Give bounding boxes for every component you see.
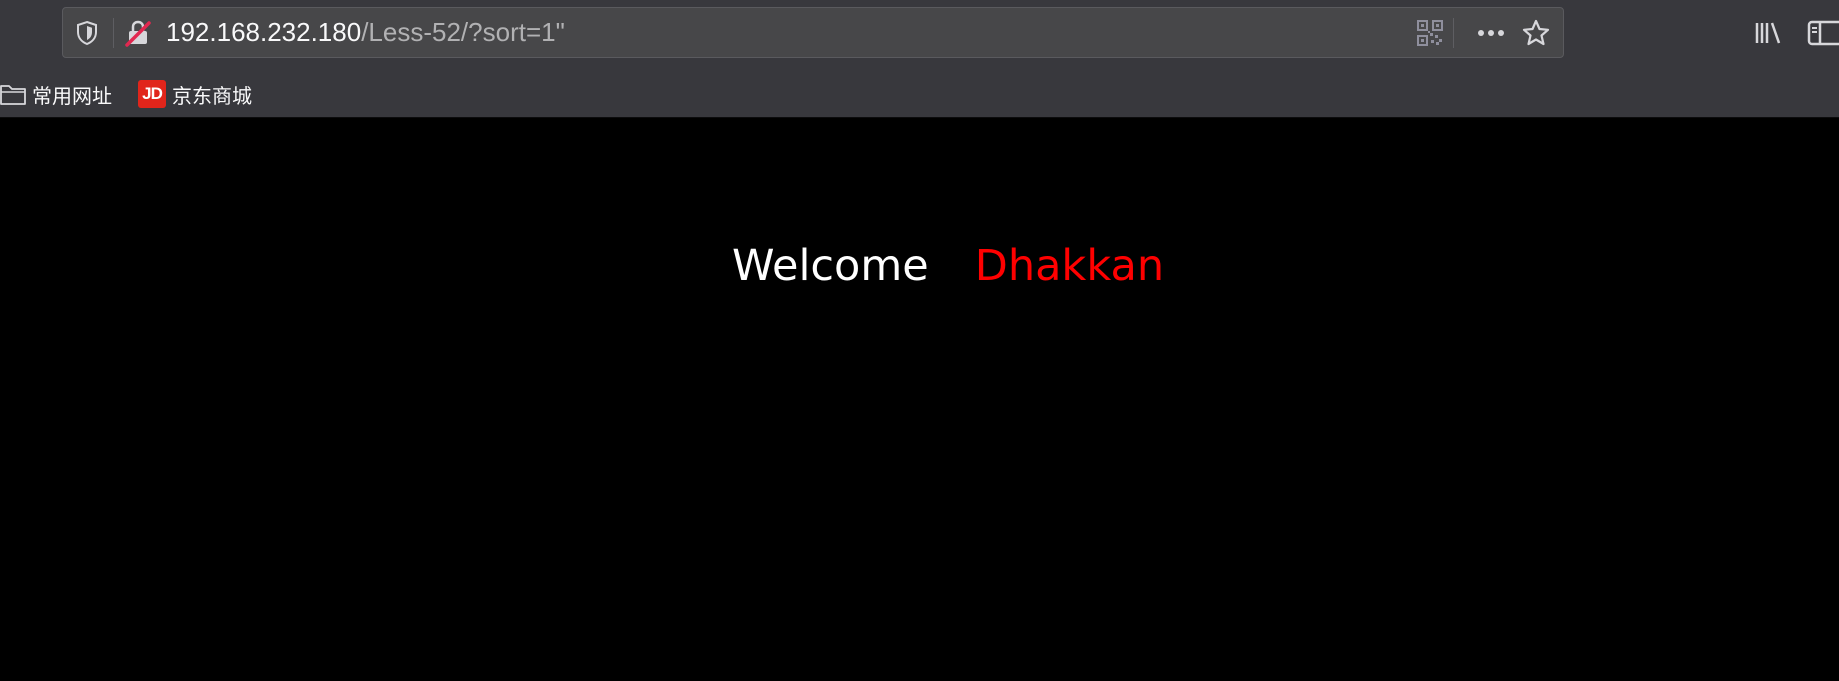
more-icon[interactable]: [1473, 19, 1509, 47]
url-path: /Less-52/?sort=1": [361, 17, 565, 47]
bookmark-label: 京东商城: [172, 83, 252, 108]
shield-icon[interactable]: [75, 20, 99, 46]
sidebar-icon[interactable]: [1806, 17, 1839, 49]
folder-icon: [0, 85, 26, 105]
qr-code-icon[interactable]: [1416, 19, 1444, 47]
page-content: Welcome Dhakkan: [0, 118, 1839, 681]
browser-toolbar: 192.168.232.180/Less-52/?sort=1" 常用网址 JD…: [0, 0, 1839, 118]
urlbar-separator: [113, 18, 114, 48]
welcome-heading: Welcome Dhakkan: [732, 238, 1164, 294]
bookmark-jd[interactable]: JD 京东商城: [138, 78, 252, 110]
user-name: Dhakkan: [974, 241, 1165, 291]
bookmark-label: 常用网址: [32, 83, 112, 108]
jd-logo-icon: JD: [138, 80, 166, 108]
welcome-text: Welcome: [732, 241, 929, 291]
bookmark-folder[interactable]: 常用网址: [0, 78, 112, 110]
urlbar-separator: [1453, 18, 1454, 48]
star-icon[interactable]: [1521, 18, 1551, 48]
lock-crossed-icon[interactable]: [125, 19, 151, 47]
url-text[interactable]: 192.168.232.180/Less-52/?sort=1": [166, 8, 565, 57]
address-bar[interactable]: 192.168.232.180/Less-52/?sort=1": [62, 7, 1564, 58]
url-host: 192.168.232.180: [166, 17, 362, 47]
library-icon[interactable]: [1752, 17, 1784, 49]
